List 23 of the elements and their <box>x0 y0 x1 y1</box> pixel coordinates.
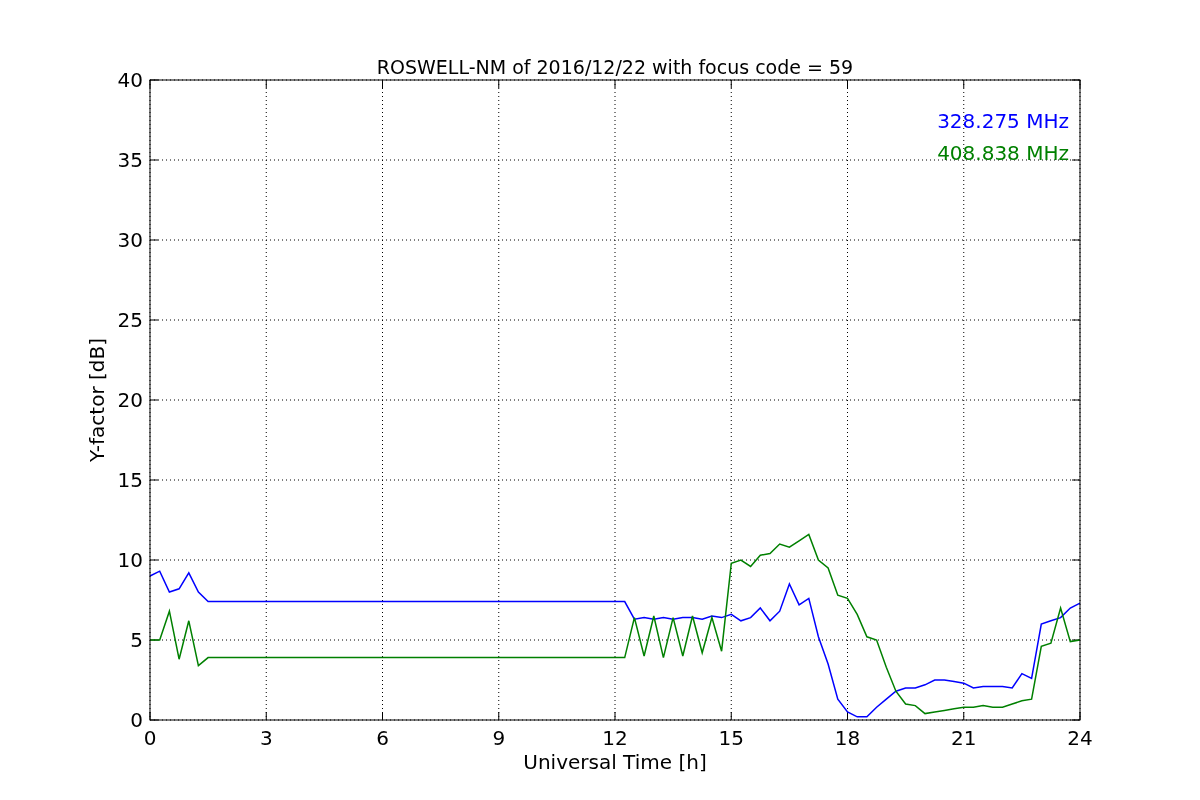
legend-label: 408.838 MHz <box>937 141 1069 165</box>
x-tick-label: 15 <box>718 726 744 750</box>
x-tick-label: 24 <box>1067 726 1093 750</box>
x-tick-label: 21 <box>951 726 977 750</box>
y-axis-label: Y-factor [dB] <box>85 338 109 462</box>
y-tick-label: 5 <box>130 628 143 652</box>
x-tick-label: 6 <box>376 726 389 750</box>
x-tick-label: 9 <box>492 726 506 750</box>
x-axis-label: Universal Time [h] <box>523 750 707 774</box>
x-tick-label: 18 <box>834 726 861 750</box>
y-tick-label: 20 <box>117 388 143 412</box>
y-tick-label: 15 <box>117 468 143 492</box>
legend-label: 328.275 MHz <box>937 109 1069 133</box>
y-tick-label: 40 <box>117 68 143 92</box>
x-tick-label: 12 <box>602 726 628 750</box>
y-tick-label: 25 <box>117 308 143 332</box>
y-tick-label: 10 <box>117 548 143 572</box>
y-tick-label: 30 <box>117 228 143 252</box>
x-tick-label: 3 <box>259 726 273 750</box>
y-tick-label: 0 <box>130 708 143 732</box>
x-tick-label: 0 <box>143 726 157 750</box>
chart-title: ROSWELL-NM of 2016/12/22 with focus code = 59 <box>376 56 854 78</box>
y-tick-label: 35 <box>117 148 143 172</box>
